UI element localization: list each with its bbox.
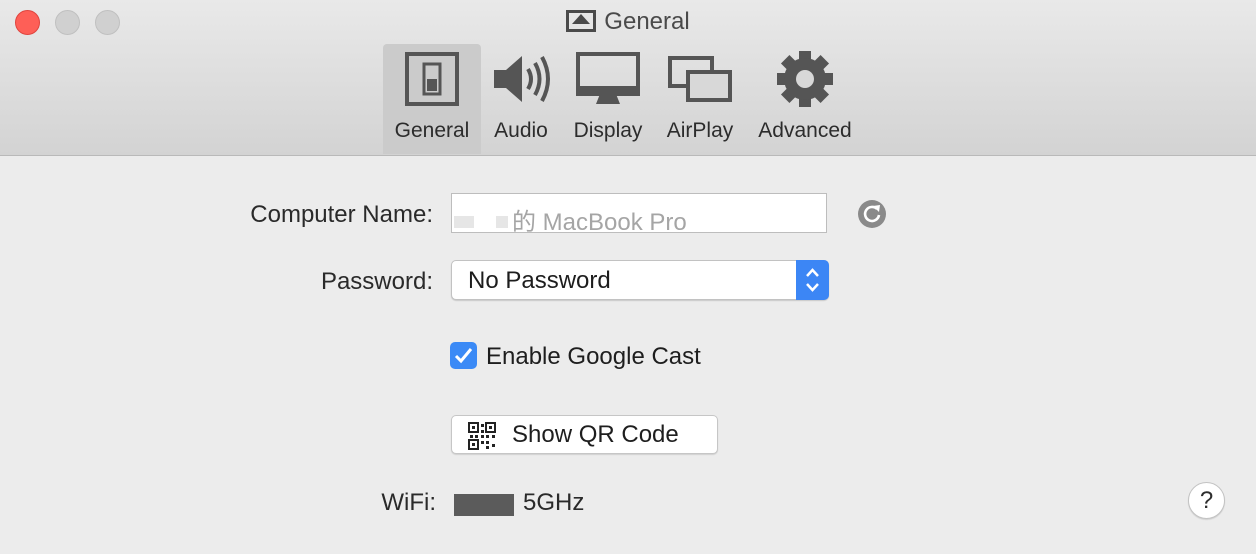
wifi-value: 5GHz <box>523 489 585 516</box>
redacted-block <box>496 216 508 228</box>
show-qr-code-button[interactable]: Show QR Code <box>451 415 718 454</box>
tab-general-label: General <box>394 119 470 142</box>
checkmark-icon <box>454 348 473 364</box>
computer-name-label: Computer Name: <box>250 201 433 228</box>
tab-display-label: Display <box>573 119 643 142</box>
show-qr-code-label: Show QR Code <box>512 421 679 448</box>
redacted-block <box>454 216 474 228</box>
help-button[interactable]: ? <box>1188 482 1225 519</box>
computer-name-field[interactable]: 的 MacBook Pro <box>451 193 827 236</box>
window-title-text: General <box>604 8 690 35</box>
speaker-icon <box>494 56 550 102</box>
airplay-icon <box>668 56 732 102</box>
tab-general[interactable]: General <box>383 44 481 154</box>
monitor-icon <box>576 52 640 104</box>
airplay-window-icon <box>566 10 597 32</box>
tab-advanced[interactable]: Advanced <box>750 44 860 154</box>
password-select[interactable]: No Password <box>451 260 829 300</box>
switch-icon <box>405 52 459 106</box>
tab-audio-label: Audio <box>494 119 548 142</box>
tab-audio[interactable]: Audio <box>484 44 558 154</box>
chevron-updown-icon <box>806 268 819 292</box>
wifi-label: WiFi: <box>381 489 436 516</box>
tab-airplay-label: AirPlay <box>666 119 734 142</box>
google-cast-checkbox[interactable] <box>450 342 477 369</box>
window-title: General <box>0 8 1256 36</box>
tab-airplay[interactable]: AirPlay <box>660 44 740 154</box>
redacted-wifi-name <box>454 494 514 516</box>
preferences-window: General General Audio Display AirPlay Ad… <box>0 0 1256 554</box>
toolbar: General General Audio Display AirPlay Ad… <box>0 0 1256 156</box>
tab-display[interactable]: Display <box>563 44 653 154</box>
refresh-name-button[interactable] <box>858 200 886 228</box>
select-stepper[interactable] <box>796 260 829 300</box>
gear-icon <box>777 51 833 107</box>
computer-name-value: 的 MacBook Pro <box>512 209 687 236</box>
password-label: Password: <box>320 268 433 295</box>
refresh-icon <box>863 205 881 223</box>
password-value: No Password <box>468 267 611 294</box>
qr-code-icon <box>468 422 496 450</box>
tab-advanced-label: Advanced <box>758 119 852 142</box>
google-cast-label[interactable]: Enable Google Cast <box>486 343 701 371</box>
